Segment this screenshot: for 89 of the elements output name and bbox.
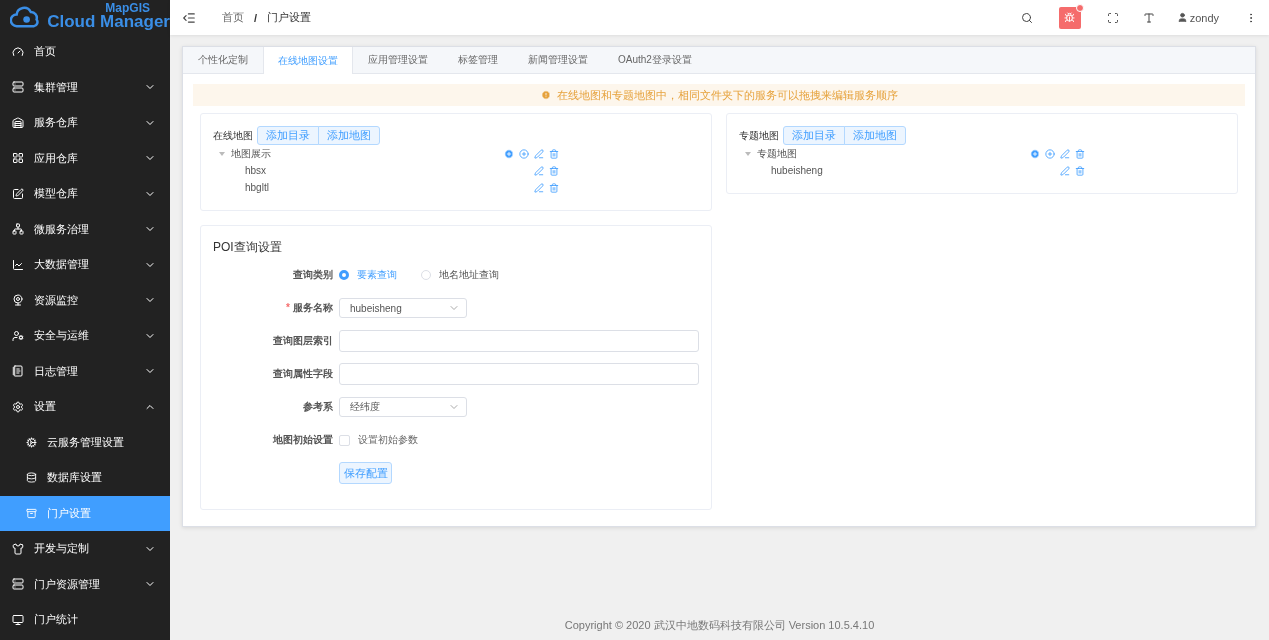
menu-icon bbox=[26, 507, 37, 519]
menu-icon bbox=[12, 81, 24, 94]
menu-icon bbox=[26, 472, 37, 484]
menu-icon bbox=[12, 223, 24, 236]
tree-node-label[interactable]: hbgltl bbox=[245, 182, 499, 193]
tab[interactable]: 标签管理 bbox=[443, 47, 513, 73]
panel-title: 专题地图 bbox=[739, 128, 779, 143]
delete-icon[interactable] bbox=[1075, 148, 1085, 159]
edit-icon[interactable] bbox=[534, 182, 544, 193]
radio-option[interactable]: 地名地址查询 bbox=[421, 268, 499, 282]
font-size-icon[interactable] bbox=[1142, 11, 1155, 24]
sidebar-item[interactable]: 应用仓库 bbox=[0, 140, 170, 176]
sidebar-item[interactable]: 服务仓库 bbox=[0, 105, 170, 141]
sidebar-item[interactable]: 门户统计 bbox=[0, 602, 170, 638]
menu-icon bbox=[12, 116, 24, 129]
menu-icon bbox=[12, 329, 24, 342]
bug-button[interactable] bbox=[1058, 6, 1081, 29]
breadcrumb-item[interactable]: 首页 bbox=[222, 10, 244, 25]
submenu-item[interactable]: 数据库设置 bbox=[0, 460, 170, 496]
delete-icon[interactable] bbox=[549, 182, 559, 193]
sidebar-item[interactable]: 大数据管理 bbox=[0, 247, 170, 283]
edit-icon[interactable] bbox=[534, 148, 544, 159]
panel-title: 在线地图 bbox=[213, 128, 253, 143]
sidebar-item[interactable]: 设置 bbox=[0, 389, 170, 425]
breadcrumb-item[interactable]: 门户设置 bbox=[267, 10, 312, 25]
add-icon[interactable] bbox=[519, 148, 529, 159]
tab[interactable]: OAuth2登录设置 bbox=[603, 47, 707, 73]
menu-icon bbox=[12, 400, 24, 413]
menu-icon bbox=[12, 45, 24, 58]
sidebar-item[interactable]: 模型仓库 bbox=[0, 176, 170, 212]
expand-caret-icon[interactable] bbox=[745, 151, 751, 156]
brand-name: MapGIS bbox=[105, 1, 150, 15]
tree-node-label[interactable]: hbsx bbox=[245, 165, 499, 176]
tree-node-label[interactable]: hubeisheng bbox=[771, 165, 1025, 176]
sidebar-item[interactable]: 门户资源管理 bbox=[0, 566, 170, 602]
menu-icon bbox=[12, 613, 24, 626]
sidebar-item[interactable]: 微服务治理 bbox=[0, 211, 170, 247]
edit-icon[interactable] bbox=[534, 165, 544, 176]
field-label: 查询图层索引 bbox=[273, 335, 333, 346]
select-field[interactable]: hubeisheng bbox=[339, 298, 467, 318]
input-field[interactable] bbox=[339, 363, 699, 385]
field-label: 查询类别 bbox=[293, 269, 333, 280]
select-field[interactable]: 经纬度 bbox=[339, 397, 467, 417]
notice-bar: 在线地图和专题地图中，相同文件夹下的服务可以拖拽来编辑服务顺序 bbox=[193, 84, 1245, 106]
sidebar-item[interactable]: 集群管理 bbox=[0, 69, 170, 105]
delete-icon[interactable] bbox=[549, 148, 559, 159]
menu-icon bbox=[12, 152, 24, 165]
input-field[interactable] bbox=[339, 330, 699, 352]
sidebar-item[interactable]: 资源监控 bbox=[0, 282, 170, 318]
checkbox[interactable]: 设置初始参数 bbox=[339, 433, 699, 447]
submenu-item[interactable]: 云服务管理设置 bbox=[0, 424, 170, 460]
sidebar-item[interactable]: 安全与运维 bbox=[0, 318, 170, 354]
menu-icon bbox=[12, 542, 24, 555]
tab[interactable]: 个性化定制 bbox=[183, 47, 263, 73]
add-filled-icon[interactable] bbox=[1030, 148, 1040, 159]
fullscreen-icon[interactable] bbox=[1106, 11, 1119, 24]
breadcrumb-separator: / bbox=[254, 11, 258, 24]
add-icon[interactable] bbox=[1045, 148, 1055, 159]
tree-node-label[interactable]: 地图展示 bbox=[231, 146, 499, 161]
section-title: POI查询设置 bbox=[213, 239, 283, 256]
bug-icon bbox=[1064, 12, 1076, 23]
menu-icon bbox=[12, 187, 24, 200]
sidebar-item[interactable]: 日志管理 bbox=[0, 353, 170, 389]
tree-node-label[interactable]: 专题地图 bbox=[757, 146, 1025, 161]
edit-icon[interactable] bbox=[1060, 148, 1070, 159]
menu-icon bbox=[12, 294, 24, 307]
menu-toggle-icon[interactable] bbox=[182, 10, 196, 25]
user-icon bbox=[1176, 12, 1188, 23]
sidebar-item[interactable]: 首页 bbox=[0, 34, 170, 70]
expand-caret-icon[interactable] bbox=[219, 151, 225, 156]
field-label: 服务名称 bbox=[293, 302, 333, 313]
delete-icon[interactable] bbox=[1075, 165, 1085, 176]
add-filled-icon[interactable] bbox=[504, 148, 514, 159]
field-label: 地图初始设置 bbox=[273, 434, 333, 445]
copyright-text: Copyright © 2020 武汉中地数码科技有限公司 Version 10.5.4.10 bbox=[563, 618, 876, 633]
field-label: 参考系 bbox=[303, 401, 333, 412]
edit-icon[interactable] bbox=[1060, 165, 1070, 176]
menu-icon bbox=[12, 365, 24, 378]
user-menu[interactable]: zondy bbox=[1176, 11, 1219, 24]
menu-icon bbox=[12, 258, 24, 271]
sidebar-item[interactable]: 开发与定制 bbox=[0, 531, 170, 567]
delete-icon[interactable] bbox=[549, 165, 559, 176]
menu-icon bbox=[26, 436, 37, 448]
tab[interactable]: 新闻管理设置 bbox=[513, 47, 603, 73]
tab[interactable]: 应用管理设置 bbox=[353, 47, 443, 73]
field-label: 查询属性字段 bbox=[273, 368, 333, 379]
required-mark: * bbox=[286, 302, 290, 313]
search-icon[interactable] bbox=[1020, 11, 1033, 24]
menu-icon bbox=[12, 578, 24, 591]
